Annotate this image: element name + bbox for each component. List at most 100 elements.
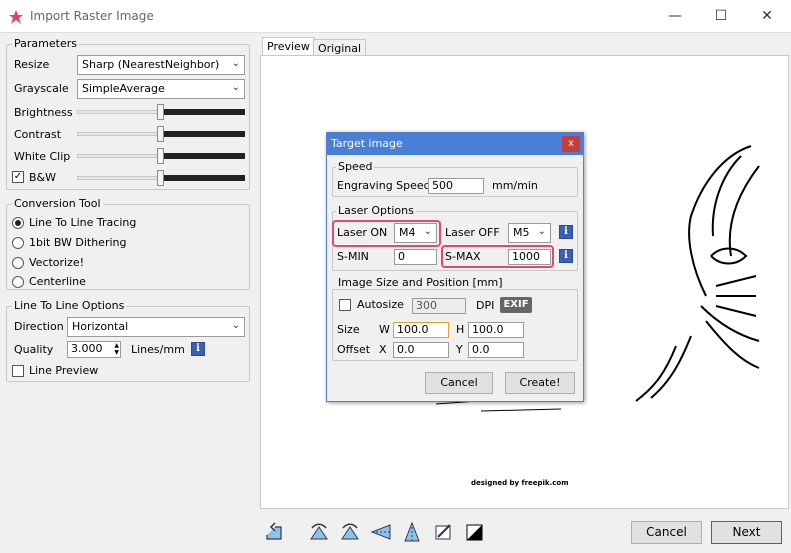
brightness-slider-thumb[interactable] (157, 104, 164, 120)
white-clip-label: White Clip (14, 150, 71, 163)
white-clip-slider-thumb[interactable] (157, 148, 164, 164)
minimize-button[interactable]: — (652, 0, 698, 32)
engraving-speed-label: Engraving Speed (337, 179, 431, 192)
h-label: H (456, 323, 465, 336)
smin-input[interactable]: 0 (394, 249, 437, 265)
line-preview-checkbox[interactable] (12, 365, 24, 377)
dpi-label: DPI (476, 299, 495, 312)
laser-info-icon[interactable]: i (559, 225, 573, 239)
smin-label: S-MIN (337, 250, 369, 263)
brightness-slider[interactable] (77, 104, 245, 120)
option-vectorize[interactable]: Vectorize! (29, 256, 84, 269)
speed-unit: mm/min (492, 179, 538, 192)
tab-preview[interactable]: Preview (262, 37, 315, 55)
smax-label: S-MAX (445, 250, 481, 263)
laser-off-dropdown[interactable]: M5 ⌄ (508, 223, 551, 243)
image-size-title: Image Size and Position [mm] (336, 276, 505, 289)
maximize-button[interactable]: ☐ (698, 0, 744, 32)
chevron-down-icon: ⌄ (537, 226, 546, 237)
laser-on-value: M4 (399, 226, 416, 239)
line-options-title: Line To Line Options (12, 299, 127, 312)
rotate-icon[interactable] (262, 520, 286, 544)
stepper-arrows-icon[interactable]: ▲ ▼ (114, 342, 119, 356)
dialog-close-icon[interactable]: x (562, 136, 580, 152)
height-input[interactable]: 100.0 (468, 322, 524, 338)
laser-options-title: Laser Options (336, 204, 416, 217)
direction-value: Horizontal (72, 320, 129, 333)
laser-off-value: M5 (513, 226, 530, 239)
title-bar: Import Raster Image — ☐ ✕ (0, 0, 791, 33)
flip-vertical-icon[interactable] (400, 520, 424, 544)
chevron-down-icon: ⌄ (231, 58, 240, 69)
radio-vectorize[interactable] (12, 257, 24, 269)
speed-title: Speed (336, 160, 375, 173)
contrast-slider-thumb[interactable] (157, 126, 164, 142)
autosize-checkbox[interactable] (339, 299, 351, 311)
offset-x-input[interactable]: 0.0 (393, 342, 449, 358)
direction-dropdown[interactable]: Horizontal ⌄ (67, 317, 245, 337)
chevron-down-icon: ⌄ (423, 226, 432, 237)
radio-line-to-line[interactable] (12, 217, 24, 229)
smax-info-icon[interactable]: i (559, 249, 573, 263)
grayscale-value: SimpleAverage (82, 82, 165, 95)
rotate-ccw-icon[interactable] (338, 520, 362, 544)
quality-stepper[interactable]: 3.000 ▲ ▼ (67, 341, 121, 358)
chevron-down-icon: ⌄ (231, 320, 240, 331)
crop-icon[interactable] (431, 520, 455, 544)
white-clip-slider[interactable] (77, 148, 245, 164)
exif-button[interactable]: EXIF (500, 297, 532, 313)
y-label: Y (456, 343, 463, 356)
rotate-cw-icon[interactable] (307, 520, 331, 544)
w-label: W (379, 323, 390, 336)
conversion-tool-title: Conversion Tool (12, 197, 103, 210)
bw-slider[interactable] (77, 170, 245, 186)
resize-value: Sharp (NearestNeighbor) (82, 58, 220, 71)
laser-on-dropdown[interactable]: M4 ⌄ (394, 223, 437, 243)
quality-unit: Lines/mm (131, 343, 185, 356)
quality-info-icon[interactable]: i (191, 342, 205, 356)
size-label: Size (337, 323, 360, 336)
radio-dithering[interactable] (12, 237, 24, 249)
app-logo-icon (9, 10, 23, 24)
dpi-input[interactable]: 300 (412, 298, 466, 314)
window-title: Import Raster Image (30, 9, 154, 23)
bw-label: B&W (29, 171, 57, 184)
flip-horizontal-icon[interactable] (369, 520, 393, 544)
parameters-title: Parameters (12, 37, 79, 50)
laser-on-label: Laser ON (337, 226, 388, 239)
laser-off-label: Laser OFF (445, 226, 500, 239)
freepik-credit: designed by freepik.com (471, 479, 569, 487)
resize-label: Resize (14, 58, 50, 71)
bw-checkbox[interactable]: ✓ (12, 171, 24, 183)
engraving-speed-input[interactable]: 500 (428, 178, 484, 194)
target-image-dialog: Target image x Speed Engraving Speed 500… (326, 132, 584, 402)
smax-input[interactable]: 1000 (508, 249, 551, 265)
invert-icon[interactable] (462, 520, 486, 544)
dialog-title: Target image (331, 137, 403, 150)
contrast-slider[interactable] (77, 126, 245, 142)
grayscale-dropdown[interactable]: SimpleAverage ⌄ (77, 79, 245, 99)
resize-dropdown[interactable]: Sharp (NearestNeighbor) ⌄ (77, 55, 245, 75)
bw-slider-thumb[interactable] (157, 170, 164, 186)
autosize-label: Autosize (357, 298, 404, 311)
option-line-to-line[interactable]: Line To Line Tracing (29, 216, 136, 229)
quality-value: 3.000 (71, 342, 103, 355)
cancel-button[interactable]: Cancel (631, 521, 702, 544)
next-button[interactable]: Next (711, 521, 782, 544)
grayscale-label: Grayscale (14, 82, 69, 95)
x-label: X (379, 343, 387, 356)
width-input[interactable]: 100.0 (393, 322, 449, 338)
dialog-title-bar: Target image x (327, 133, 583, 155)
line-preview-label: Line Preview (29, 364, 99, 377)
chevron-down-icon: ⌄ (231, 82, 240, 93)
close-button[interactable]: ✕ (744, 0, 790, 32)
offset-y-input[interactable]: 0.0 (468, 342, 524, 358)
option-dithering[interactable]: 1bit BW Dithering (29, 236, 127, 249)
dialog-cancel-button[interactable]: Cancel (425, 372, 493, 394)
option-centerline[interactable]: Centerline (29, 275, 86, 288)
brightness-label: Brightness (14, 106, 73, 119)
create-button[interactable]: Create! (505, 372, 575, 394)
radio-centerline[interactable] (12, 276, 24, 288)
quality-label: Quality (14, 343, 54, 356)
offset-label: Offset (337, 343, 371, 356)
